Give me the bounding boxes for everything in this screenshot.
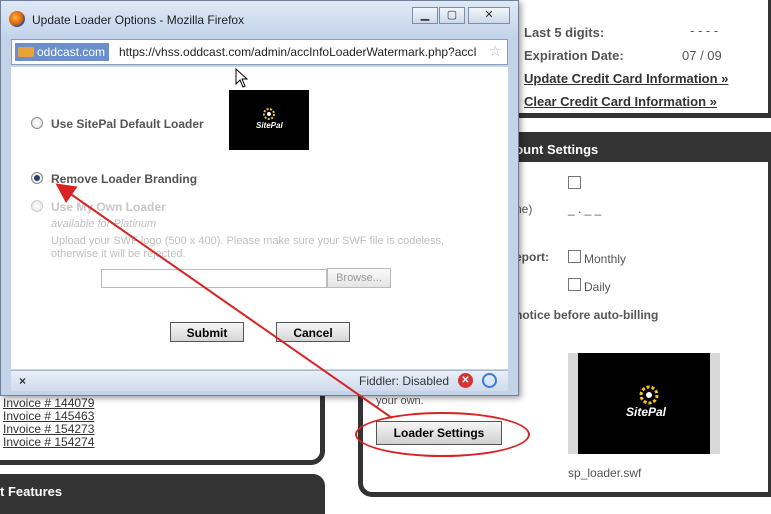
- firefox-icon: [9, 11, 25, 27]
- features-header-text: t Features: [0, 484, 63, 499]
- maximize-button[interactable]: ▢: [439, 7, 465, 24]
- stop-icon[interactable]: ✕: [458, 373, 473, 388]
- site-icon: [18, 47, 34, 57]
- your-own-text: your own.: [376, 395, 424, 407]
- upload-description: Upload your SWF logo (500 x 400). Please…: [51, 235, 445, 260]
- monthly-label: Monthly: [584, 252, 627, 266]
- close-button[interactable]: ✕: [468, 7, 510, 24]
- minimize-icon: ▁: [420, 9, 430, 21]
- status-bar: × Fiddler: Disabled ✕: [11, 370, 508, 391]
- default-loader-preview: SitePal: [229, 90, 309, 150]
- mouse-cursor-icon: [235, 68, 249, 88]
- remove-branding-label: Remove Loader Branding: [51, 172, 198, 186]
- sitepal-logo-icon: [639, 385, 659, 405]
- update-credit-card-link[interactable]: Update Credit Card Information »: [524, 71, 728, 86]
- minimize-button[interactable]: ▁: [412, 7, 438, 24]
- browse-button[interactable]: Browse...: [327, 268, 391, 288]
- fiddler-status[interactable]: Fiddler: Disabled: [359, 374, 449, 388]
- daily-checkbox[interactable]: [568, 278, 581, 291]
- ie-tab-icon[interactable]: [482, 373, 497, 388]
- setting-checkbox[interactable]: [568, 176, 581, 189]
- own-loader-label: Use My Own Loader: [51, 200, 166, 214]
- loader-options-form: Use SitePal Default Loader SitePal Remov…: [11, 67, 508, 369]
- site-identity-badge[interactable]: oddcast.com: [15, 43, 110, 61]
- clear-credit-card-link[interactable]: Clear Credit Card Information »: [524, 94, 717, 109]
- invoice-link[interactable]: Invoice # 154273: [3, 422, 94, 436]
- setting-value: _ . _ _: [568, 202, 602, 216]
- maximize-icon: ▢: [446, 9, 458, 21]
- notice-label: notice before auto-billing: [515, 308, 659, 322]
- url-text[interactable]: https://vhss.oddcast.com/admin/accInfoLo…: [119, 45, 483, 59]
- last5-label: Last 5 digits:: [524, 25, 605, 40]
- cancel-button[interactable]: Cancel: [276, 322, 350, 342]
- loader-preview-image: SitePal: [578, 353, 710, 454]
- preview-filename: sp_loader.swf: [568, 466, 642, 480]
- expiration-value: 07 / 09: [682, 48, 722, 63]
- radio-default-loader[interactable]: [31, 117, 43, 129]
- preview-logo-text: SitePal: [626, 405, 667, 419]
- default-loader-label: Use SitePal Default Loader: [51, 117, 204, 131]
- last5-value: - - - -: [690, 23, 719, 38]
- window-title: Update Loader Options - Mozilla Firefox: [32, 13, 245, 27]
- address-bar[interactable]: oddcast.com https://vhss.oddcast.com/adm…: [11, 39, 508, 65]
- invoice-link[interactable]: Invoice # 154274: [3, 435, 94, 449]
- sitepal-logo-icon: [263, 108, 275, 120]
- annotation-ellipse: [355, 412, 530, 457]
- title-bar[interactable]: Update Loader Options - Mozilla Firefox …: [1, 1, 518, 37]
- submit-button[interactable]: Submit: [170, 322, 244, 342]
- popup-window: Update Loader Options - Mozilla Firefox …: [0, 0, 519, 396]
- close-findbar-icon[interactable]: ×: [19, 374, 26, 388]
- expiration-label: Expiration Date:: [524, 48, 624, 63]
- radio-remove-branding[interactable]: [31, 172, 43, 184]
- loader-preview: SitePal: [568, 353, 720, 454]
- daily-label: Daily: [584, 280, 611, 294]
- site-badge-text: oddcast.com: [37, 45, 106, 59]
- close-icon: ✕: [484, 9, 494, 21]
- features-panel-header: t Features: [0, 474, 325, 514]
- default-logo-text: SitePal: [256, 121, 283, 130]
- file-upload-input[interactable]: [101, 269, 327, 288]
- monthly-checkbox[interactable]: [568, 250, 581, 263]
- invoice-link[interactable]: Invoice # 145463: [3, 409, 94, 423]
- report-label: eport:: [515, 250, 549, 264]
- account-settings-title: count Settings: [508, 142, 599, 157]
- radio-own-loader[interactable]: [31, 200, 43, 212]
- invoice-link[interactable]: Invoice # 144079: [3, 396, 94, 410]
- platinum-note: available for Platinum: [51, 218, 157, 230]
- bookmark-star-icon[interactable]: ☆: [489, 42, 502, 60]
